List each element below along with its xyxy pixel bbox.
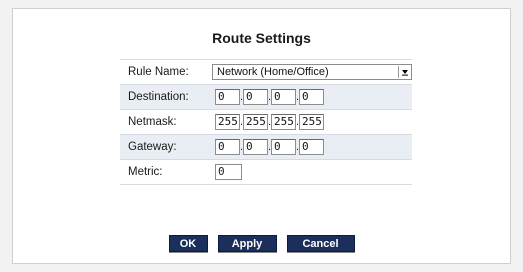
- rule-name-row: Rule Name: Network (Home/Office): [120, 60, 412, 85]
- gateway-row: Gateway: 0 . 0 . 0 . 0: [120, 135, 412, 160]
- metric-input[interactable]: 0: [215, 164, 242, 180]
- destination-octet-1[interactable]: 0: [215, 89, 240, 105]
- ok-button[interactable]: OK: [168, 235, 208, 252]
- route-form: Rule Name: Network (Home/Office) Destina…: [120, 59, 412, 185]
- gateway-octet-2[interactable]: 0: [243, 139, 268, 155]
- netmask-label: Netmask:: [128, 116, 177, 128]
- gateway-octet-1[interactable]: 0: [215, 139, 240, 155]
- destination-label: Destination:: [128, 91, 189, 103]
- gateway-octet-3[interactable]: 0: [271, 139, 296, 155]
- gateway-label: Gateway:: [128, 141, 177, 153]
- page-title: Route Settings: [212, 30, 311, 46]
- apply-button[interactable]: Apply: [217, 235, 277, 252]
- cancel-button[interactable]: Cancel: [286, 235, 355, 252]
- gateway-octet-4[interactable]: 0: [299, 139, 324, 155]
- netmask-octet-1[interactable]: 255: [215, 114, 240, 130]
- netmask-octet-3[interactable]: 255: [271, 114, 296, 130]
- netmask-row: Netmask: 255 . 255 . 255 . 255: [120, 110, 412, 135]
- destination-octet-2[interactable]: 0: [243, 89, 268, 105]
- rule-name-select[interactable]: Network (Home/Office): [212, 64, 412, 80]
- metric-label: Metric:: [128, 166, 163, 178]
- metric-row: Metric: 0: [120, 160, 412, 185]
- netmask-octet-2[interactable]: 255: [243, 114, 268, 130]
- destination-field: 0 . 0 . 0 . 0: [215, 89, 324, 105]
- destination-octet-3[interactable]: 0: [271, 89, 296, 105]
- netmask-field: 255 . 255 . 255 . 255: [215, 114, 324, 130]
- metric-field: 0: [215, 164, 242, 180]
- chevron-down-icon[interactable]: [398, 66, 411, 78]
- rule-name-label: Rule Name:: [128, 66, 189, 78]
- netmask-octet-4[interactable]: 255: [299, 114, 324, 130]
- destination-row: Destination: 0 . 0 . 0 . 0: [120, 85, 412, 110]
- gateway-field: 0 . 0 . 0 . 0: [215, 139, 324, 155]
- rule-name-value: Network (Home/Office): [217, 66, 329, 78]
- destination-octet-4[interactable]: 0: [299, 89, 324, 105]
- action-buttons: OK Apply Cancel: [13, 235, 510, 252]
- rule-name-field: Network (Home/Office): [212, 64, 412, 80]
- route-settings-panel: Route Settings Rule Name: Network (Home/…: [12, 8, 511, 264]
